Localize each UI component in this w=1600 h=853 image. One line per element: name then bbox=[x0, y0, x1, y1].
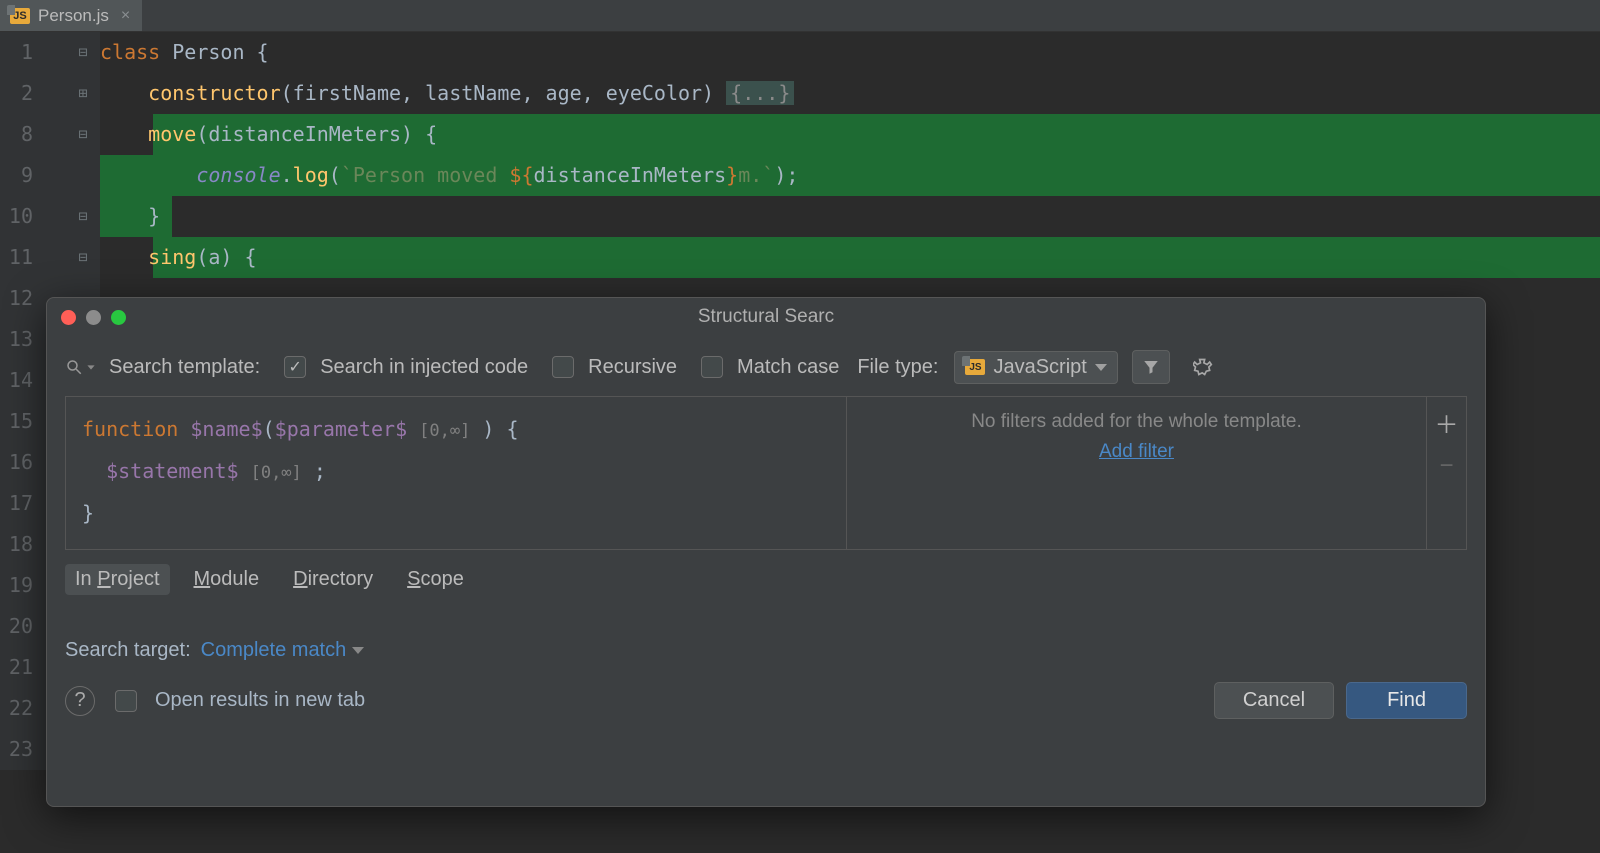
dialog-title: Structural Searc bbox=[47, 306, 1485, 328]
find-button[interactable]: Find bbox=[1346, 682, 1467, 719]
file-type-dropdown[interactable]: JS JavaScript bbox=[954, 351, 1117, 384]
window-zoom-icon[interactable] bbox=[111, 310, 126, 325]
fold-marker-icon[interactable]: ⊟ bbox=[75, 127, 91, 143]
no-filters-text: No filters added for the whole template. bbox=[971, 411, 1302, 433]
settings-button[interactable] bbox=[1184, 350, 1222, 384]
structural-search-dialog: Structural Searc Search template: Search… bbox=[46, 297, 1486, 807]
match-case-checkbox[interactable] bbox=[701, 356, 723, 378]
fold-marker-icon[interactable]: ⊞ bbox=[75, 86, 91, 102]
recursive-checkbox[interactable] bbox=[552, 356, 574, 378]
search-target-label: Search target: bbox=[65, 639, 191, 662]
fold-marker-icon[interactable]: ⊟ bbox=[75, 250, 91, 266]
injected-code-label: Search in injected code bbox=[320, 356, 528, 379]
dialog-toolbar: Search template: Search in injected code… bbox=[47, 336, 1485, 396]
javascript-file-icon: JS bbox=[10, 8, 30, 24]
tab-filename: Person.js bbox=[38, 6, 109, 26]
filter-button[interactable] bbox=[1132, 350, 1170, 384]
dialog-titlebar[interactable]: Structural Searc bbox=[47, 298, 1485, 336]
remove-filter-button[interactable]: − bbox=[1439, 452, 1453, 480]
fold-marker-icon[interactable]: ⊟ bbox=[75, 45, 91, 61]
open-results-label: Open results in new tab bbox=[155, 689, 365, 712]
cancel-button[interactable]: Cancel bbox=[1214, 682, 1334, 719]
close-tab-icon[interactable]: × bbox=[117, 7, 130, 25]
scope-module[interactable]: Module bbox=[184, 564, 270, 595]
javascript-file-icon: JS bbox=[965, 359, 985, 375]
file-type-label: File type: bbox=[857, 356, 938, 379]
scope-directory[interactable]: Directory bbox=[283, 564, 383, 595]
recursive-label: Recursive bbox=[588, 356, 677, 379]
fold-marker-icon[interactable]: ⊟ bbox=[75, 209, 91, 225]
search-icon[interactable] bbox=[65, 358, 97, 376]
search-target-dropdown[interactable]: Complete match bbox=[201, 639, 365, 662]
scope-scope[interactable]: Scope bbox=[397, 564, 474, 595]
add-filter-button[interactable]: ＋ bbox=[1435, 405, 1459, 440]
scope-in-project[interactable]: In Project bbox=[65, 564, 170, 595]
search-template-label: Search template: bbox=[109, 356, 260, 379]
open-results-checkbox[interactable] bbox=[115, 690, 137, 712]
search-template-input[interactable]: function $name$($parameter$ [0,∞] ) { $s… bbox=[66, 397, 846, 549]
window-minimize-icon[interactable] bbox=[86, 310, 101, 325]
file-type-value: JavaScript bbox=[993, 356, 1086, 379]
injected-code-checkbox[interactable] bbox=[284, 356, 306, 378]
help-button[interactable]: ? bbox=[65, 686, 95, 716]
tab-bar: JS Person.js × bbox=[0, 0, 1600, 32]
line-number-gutter: 128 91011 121314 151617 181920 212223 bbox=[0, 32, 45, 770]
editor-tab[interactable]: JS Person.js × bbox=[0, 0, 142, 31]
filter-panel: No filters added for the whole template.… bbox=[846, 397, 1426, 549]
chevron-down-icon bbox=[1095, 364, 1107, 371]
add-filter-link[interactable]: Add filter bbox=[1099, 441, 1174, 463]
window-close-icon[interactable] bbox=[61, 310, 76, 325]
match-case-label: Match case bbox=[737, 356, 839, 379]
scope-selector: In Project Module Directory Scope bbox=[47, 550, 1485, 609]
